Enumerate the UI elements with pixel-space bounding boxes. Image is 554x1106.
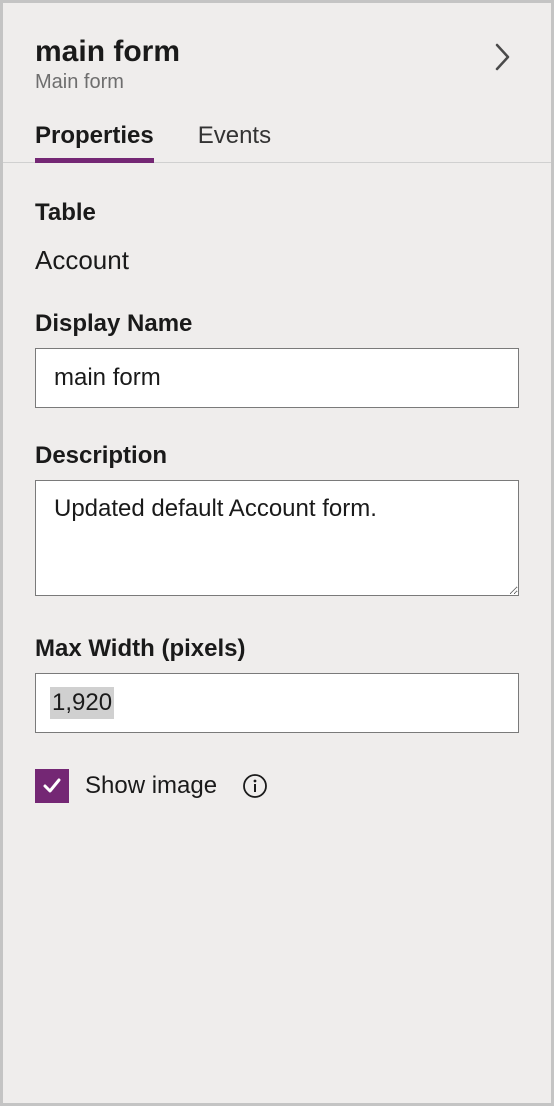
panel-header: main form Main form	[3, 3, 551, 94]
panel-content: Table Account Display Name Description U…	[3, 163, 551, 803]
table-label: Table	[35, 199, 519, 227]
show-image-field: Show image	[35, 769, 519, 803]
panel-subtitle: Main form	[35, 71, 519, 94]
max-width-field: Max Width (pixels) 1,920	[35, 635, 519, 733]
display-name-input[interactable]	[35, 348, 519, 408]
display-name-field: Display Name	[35, 310, 519, 408]
show-image-label: Show image	[85, 772, 217, 800]
table-field: Table Account	[35, 199, 519, 276]
show-image-checkbox[interactable]	[35, 769, 69, 803]
description-label: Description	[35, 442, 519, 470]
tab-properties[interactable]: Properties	[35, 122, 154, 162]
max-width-input[interactable]: 1,920	[35, 673, 519, 733]
chevron-right-icon	[495, 43, 511, 71]
info-icon	[242, 773, 268, 799]
max-width-label: Max Width (pixels)	[35, 635, 519, 663]
info-button[interactable]	[241, 772, 269, 800]
panel-title: main form	[35, 35, 519, 69]
table-value: Account	[35, 245, 519, 276]
tab-events[interactable]: Events	[198, 122, 271, 162]
properties-panel: main form Main form Properties Events Ta…	[0, 0, 554, 1106]
collapse-button[interactable]	[491, 39, 515, 75]
display-name-label: Display Name	[35, 310, 519, 338]
max-width-value: 1,920	[50, 687, 114, 719]
checkmark-icon	[41, 775, 63, 797]
description-input[interactable]: Updated default Account form.	[35, 480, 519, 596]
description-field: Description Updated default Account form…	[35, 442, 519, 601]
tab-bar: Properties Events	[3, 94, 551, 163]
